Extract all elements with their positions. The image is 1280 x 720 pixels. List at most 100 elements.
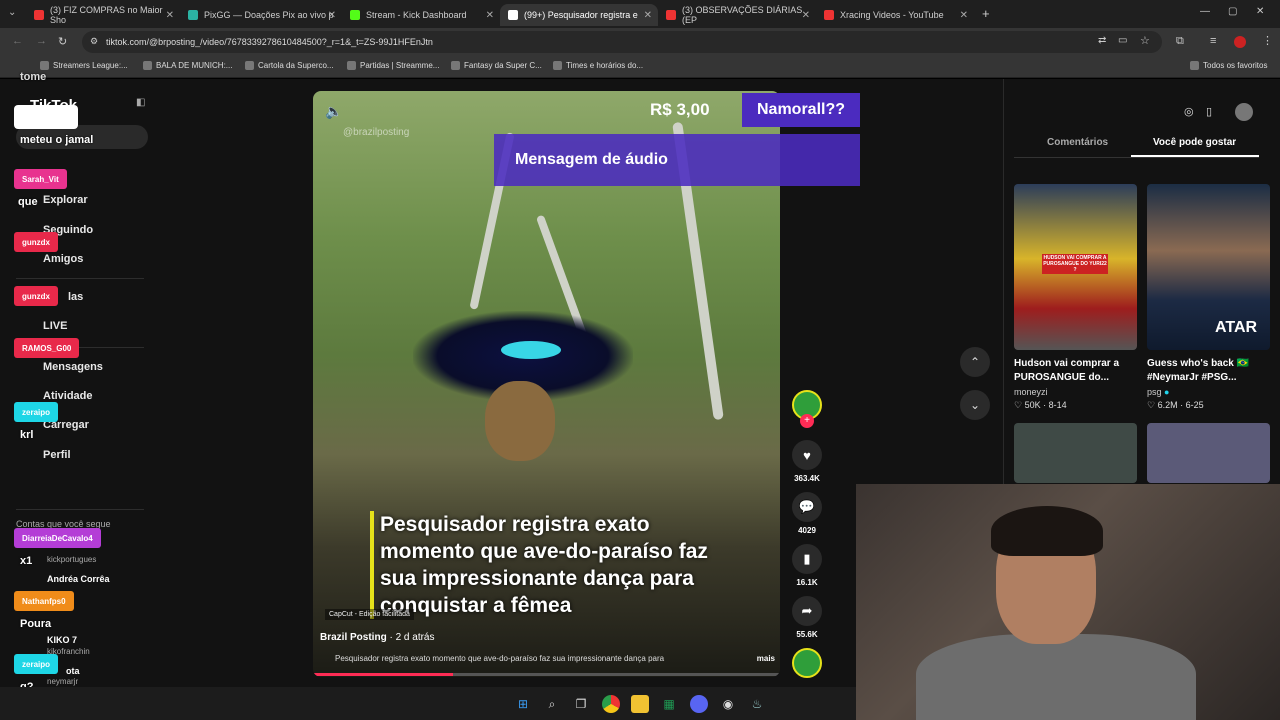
steam-icon[interactable]: ♨ [748, 695, 766, 713]
chrome-icon[interactable] [602, 695, 620, 713]
chat-username-badge: RAMOS_G00 [14, 338, 80, 358]
save-button[interactable]: ▮ 16.1K [792, 544, 822, 587]
sidebar-item-perfil[interactable]: Perfil [43, 449, 71, 461]
donation-name: Namorall?? [756, 101, 845, 118]
more-button[interactable]: mais [757, 654, 775, 663]
bird-body [485, 381, 555, 461]
close-tab-icon[interactable]: ✕ [486, 10, 494, 21]
app-icon[interactable]: ◉ [719, 695, 737, 713]
sidebar-item-atividade[interactable]: Atividade [43, 390, 93, 402]
close-tab-icon[interactable]: ✕ [644, 10, 652, 21]
donation-amount: R$ 3,00 [650, 100, 710, 119]
search-icon[interactable]: ⌕ [543, 695, 561, 713]
close-window-icon[interactable]: ✕ [1256, 6, 1264, 17]
creator-avatar[interactable]: + [792, 390, 822, 428]
description-text: Pesquisador registra exato momento que a… [335, 654, 665, 663]
comment-button[interactable]: 💬 4029 [792, 492, 822, 535]
close-tab-icon[interactable]: ✕ [328, 10, 336, 21]
back-icon[interactable]: ← [12, 35, 23, 47]
excel-icon[interactable]: ▦ [660, 695, 678, 713]
share-button[interactable]: ➦ 55.6K [792, 596, 822, 639]
browser-tab-4[interactable]: (99+) Pesquisador registra e ✕ [500, 4, 658, 26]
capcut-label[interactable]: CapCut - Edição facilitada [325, 609, 414, 620]
sidebar-item-mensagens[interactable]: Mensagens [43, 361, 103, 373]
menu-kebab-icon[interactable]: ⋮ [1262, 34, 1273, 47]
bookmark-label: BALA DE MUNICH:... [156, 61, 233, 70]
author-name[interactable]: Brazil Posting [320, 632, 387, 643]
bookmark-item[interactable]: Fantasy da Super C... [451, 61, 542, 70]
user-avatar[interactable] [1235, 103, 1253, 121]
close-tab-icon[interactable]: ✕ [960, 10, 968, 21]
pixgg-favicon-icon [188, 10, 198, 20]
following-account-name[interactable]: KIKO 7 [47, 635, 77, 645]
minimize-icon[interactable]: — [1200, 6, 1210, 17]
video-progress-bar[interactable] [313, 673, 780, 676]
streamer-webcam [856, 484, 1280, 720]
profile-avatar[interactable] [1234, 36, 1246, 48]
close-tab-icon[interactable]: ✕ [802, 10, 810, 21]
divider [16, 278, 144, 279]
video-thumbnail: HUDSON VAI COMPRAR A PUROSANGUE DO YURI2… [1014, 184, 1137, 350]
mute-icon[interactable]: 🔈 [325, 103, 342, 120]
browser-tab-1[interactable]: (3) FIZ COMPRAS no Maior Sho ✕ [26, 4, 180, 26]
tab-comentarios[interactable]: Comentários [1047, 137, 1108, 148]
sidebar-item-amigos[interactable]: Amigos [43, 253, 83, 265]
chat-username: Nathanfps0 [22, 596, 66, 606]
follow-plus-icon[interactable]: + [800, 414, 814, 428]
following-account-name[interactable]: ota [66, 666, 80, 676]
following-account-name[interactable]: Andréa Corrêa [47, 574, 110, 584]
reload-icon[interactable]: ↻ [58, 35, 67, 48]
video-thumbnail[interactable] [1014, 423, 1137, 483]
tab-voce-pode-gostar[interactable]: Você pode gostar [1153, 137, 1236, 148]
forward-icon[interactable]: → [36, 35, 47, 47]
url-input[interactable]: ⚙ tiktok.com/@brposting_/video/767833927… [82, 31, 1162, 53]
following-account-handle[interactable]: kickportugues [47, 555, 96, 564]
video-thumbnail[interactable] [1147, 423, 1270, 483]
tab-list-chevron-icon[interactable]: ⌄ [8, 7, 16, 18]
address-bar-row: ← → ↻ ⚙ tiktok.com/@brposting_/video/767… [0, 28, 1280, 56]
cast-icon[interactable]: ▭ [1118, 35, 1127, 46]
sidebar-item-live[interactable]: LIVE [43, 320, 67, 332]
close-tab-icon[interactable]: ✕ [166, 10, 174, 21]
next-video-button[interactable]: ⌄ [960, 390, 990, 420]
collapse-sidebar-icon[interactable]: ◧ [136, 97, 145, 108]
sound-disc[interactable] [792, 648, 822, 678]
site-info-icon[interactable]: ⚙ [90, 36, 98, 47]
like-button[interactable]: ♥ 363.4K [792, 440, 822, 483]
file-explorer-icon[interactable] [631, 695, 649, 713]
translate-icon[interactable]: ⇄ [1098, 35, 1106, 46]
maximize-icon[interactable]: ▢ [1228, 6, 1237, 17]
bookmark-item[interactable]: Partidas | Streamme... [347, 61, 439, 70]
bookmark-item[interactable]: Cartola da Superco... [245, 61, 334, 70]
all-bookmarks-button[interactable]: Todos os favoritos [1190, 61, 1267, 70]
task-view-icon[interactable]: ❐ [572, 695, 590, 713]
new-tab-icon[interactable]: + [982, 6, 990, 21]
bookmark-item[interactable]: Streamers League:... [40, 61, 128, 70]
discord-icon[interactable] [690, 695, 708, 713]
bookmark-item[interactable]: Times e horários do... [553, 61, 643, 70]
bookmark-star-icon[interactable]: ☆ [1140, 34, 1150, 47]
folder-icon [1190, 61, 1199, 70]
previous-video-button[interactable]: ⌃ [960, 347, 990, 377]
device-icon[interactable]: ▯ [1206, 105, 1212, 118]
sidebar-item-explorar[interactable]: Explorar [43, 194, 88, 206]
windows-start-icon[interactable]: ⊞ [514, 695, 532, 713]
sidebar-item-partial[interactable]: las [68, 291, 83, 303]
coins-icon[interactable]: ◎ [1184, 105, 1194, 118]
browser-tab-3[interactable]: Stream - Kick Dashboard ✕ [342, 4, 500, 26]
extensions-icon[interactable]: ⧉ [1176, 35, 1184, 48]
following-account-handle[interactable]: neymarjr [47, 677, 78, 686]
media-controls-icon[interactable]: ≡ [1210, 35, 1216, 47]
recommended-video-card[interactable]: HUDSON VAI COMPRAR A PUROSANGUE DO YURI2… [1014, 184, 1137, 411]
browser-tab-5[interactable]: (3) OBSERVAÇÕES DIÁRIAS (EP ✕ [658, 4, 816, 26]
browser-tab-6[interactable]: Xracing Videos - YouTube ✕ [816, 4, 974, 26]
chat-message: x1 [20, 555, 33, 567]
video-thumbnail: ATAR [1147, 184, 1270, 350]
recommended-video-card[interactable]: ATAR Guess who's back 🇧🇷 #NeymarJr #PSG.… [1147, 184, 1270, 411]
tab-label: PixGG — Doações Pix ao vivo p [204, 10, 334, 20]
thumbnail-text: ATAR [1215, 319, 1258, 336]
bookmark-item[interactable]: BALA DE MUNICH:... [143, 61, 232, 70]
card-likes: 6.2M [1157, 400, 1178, 410]
browser-tab-2[interactable]: PixGG — Doações Pix ao vivo p ✕ [180, 4, 342, 26]
video-description: mais Pesquisador registra exato momento q… [335, 654, 775, 663]
